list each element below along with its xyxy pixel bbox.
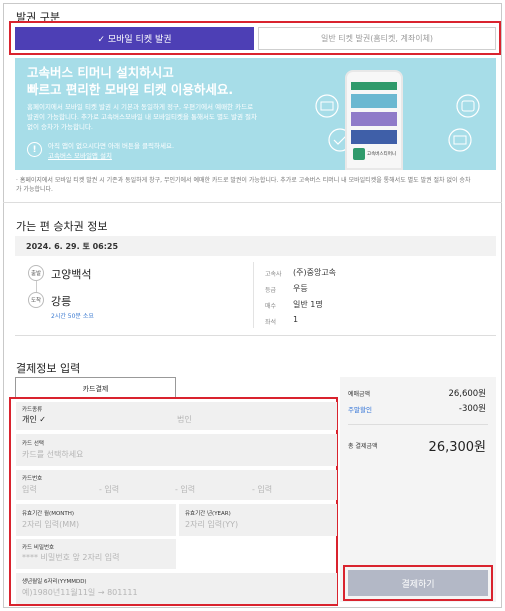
- mobile-ticket-footnote-2: 가 가능합니다.: [16, 186, 53, 193]
- detail-value-company: (주)중앙고속: [293, 268, 337, 277]
- app-name-label: 고속버스티머니: [367, 152, 396, 157]
- card-password-placeholder: **** 비밀번호 앞 2자리 입력: [22, 553, 120, 562]
- banner-desc-1: 홈페이지에서 모바일 티켓 발권 시 기본과 동일하게 정구, 우편기에서 예매…: [27, 103, 254, 111]
- card-number-input-3[interactable]: - 입력: [175, 484, 195, 495]
- service-icons-right: [448, 94, 480, 152]
- pay-button[interactable]: 결제하기: [348, 570, 488, 596]
- expiry-year-placeholder: 2자리 입력(YY): [185, 520, 239, 529]
- card-number-input-4[interactable]: - 입력: [252, 484, 272, 495]
- fare-label: 예매금액: [348, 391, 371, 398]
- card-type-corporate-option[interactable]: 법인: [177, 414, 192, 425]
- detail-value-grade: 우등: [293, 284, 308, 293]
- mobile-ticket-footnote-1: · 홈페이지에서 모바일 티켓 발권 시 기존과 동일하게 창구, 무인기에서 …: [16, 177, 471, 184]
- trip-duration: 2시간 50분 소요: [51, 313, 94, 320]
- expiry-year-label: 유효기간 년(YEAR): [185, 511, 231, 517]
- card-password-label: 카드 비밀번호: [22, 545, 55, 551]
- card-select-placeholder: 카드를 선택하세요: [22, 450, 84, 459]
- detail-label-company: 고속사: [265, 271, 282, 278]
- banner-heading-2: 빠르고 편리한 모바일 티켓 이용하세요.: [27, 82, 234, 97]
- info-icon: !: [27, 142, 42, 157]
- trip-section-title: 가는 편 승차권 정보: [16, 220, 108, 233]
- install-app-link[interactable]: 고속버스 모바일앱 설치: [48, 151, 112, 161]
- tab-mobile-ticket[interactable]: ✓ 모바일 티켓 발권: [15, 27, 254, 50]
- trip-column-divider: [253, 262, 254, 328]
- detail-value-count: 일반 1명: [293, 300, 323, 309]
- discount-link[interactable]: 주말할인: [348, 404, 372, 414]
- total-value: 26,300원: [428, 440, 486, 455]
- fare-value: 26,600원: [448, 389, 486, 399]
- payment-section-title: 결제정보 입력: [16, 362, 81, 375]
- departure-terminal: 고양백석: [51, 268, 92, 281]
- card-number-label: 카드번호: [22, 476, 43, 482]
- card-type-personal-option[interactable]: 개인 ✓: [22, 414, 46, 425]
- section-divider: [3, 202, 502, 203]
- trip-date: 2024. 6. 29. 토 06:25: [26, 242, 119, 251]
- card-number-input-2[interactable]: - 입력: [99, 484, 119, 495]
- banner-desc-3: 없이 승차가 가능합니다.: [27, 123, 93, 131]
- banner-desc-2: 발권이 가능합니다. 추가로 고속버스모바일 내 모바일티켓을 통해서도 별도 …: [27, 113, 257, 121]
- tab-card-payment[interactable]: 카드결제: [15, 377, 176, 399]
- birthdate-label: 생년월일 6자리(YYMMDD): [22, 579, 87, 585]
- expiry-month-placeholder: 2자리 입력(MM): [22, 520, 80, 529]
- detail-value-seat: 1: [293, 315, 299, 324]
- discount-value: -300원: [458, 404, 486, 414]
- summary-divider: [348, 424, 488, 425]
- app-install-banner: 고속버스 티머니 설치하시고 빠르고 편리한 모바일 티켓 이용하세요. 홈페이…: [15, 58, 496, 170]
- detail-label-grade: 등급: [265, 287, 277, 294]
- detail-label-count: 매수: [265, 303, 277, 310]
- banner-heading-1: 고속버스 티머니 설치하시고: [27, 65, 174, 80]
- card-select-label: 카드 선택: [22, 441, 44, 447]
- card-number-input-1[interactable]: 입력: [22, 484, 37, 495]
- arrival-terminal: 강릉: [51, 295, 72, 308]
- departure-tag: 출발: [28, 265, 44, 281]
- app-logo-icon: [353, 148, 365, 160]
- total-label: 총 결제금액: [348, 443, 378, 450]
- banner-notice: 아직 앱이 없으시다면 아래 버튼을 클릭하세요.: [48, 142, 175, 150]
- tab-paper-ticket[interactable]: 일반 티켓 발권(홈티켓, 계좌이체): [258, 27, 496, 50]
- card-type-label: 카드종류: [22, 407, 43, 413]
- arrival-tag: 도착: [28, 292, 44, 308]
- birthdate-placeholder: 예)1980년11월11일 → 801111: [22, 588, 138, 597]
- detail-label-seat: 좌석: [265, 319, 277, 326]
- expiry-month-label: 유효기간 월(MONTH): [22, 511, 75, 517]
- phone-mockup-image: 고속버스티머니: [345, 70, 403, 170]
